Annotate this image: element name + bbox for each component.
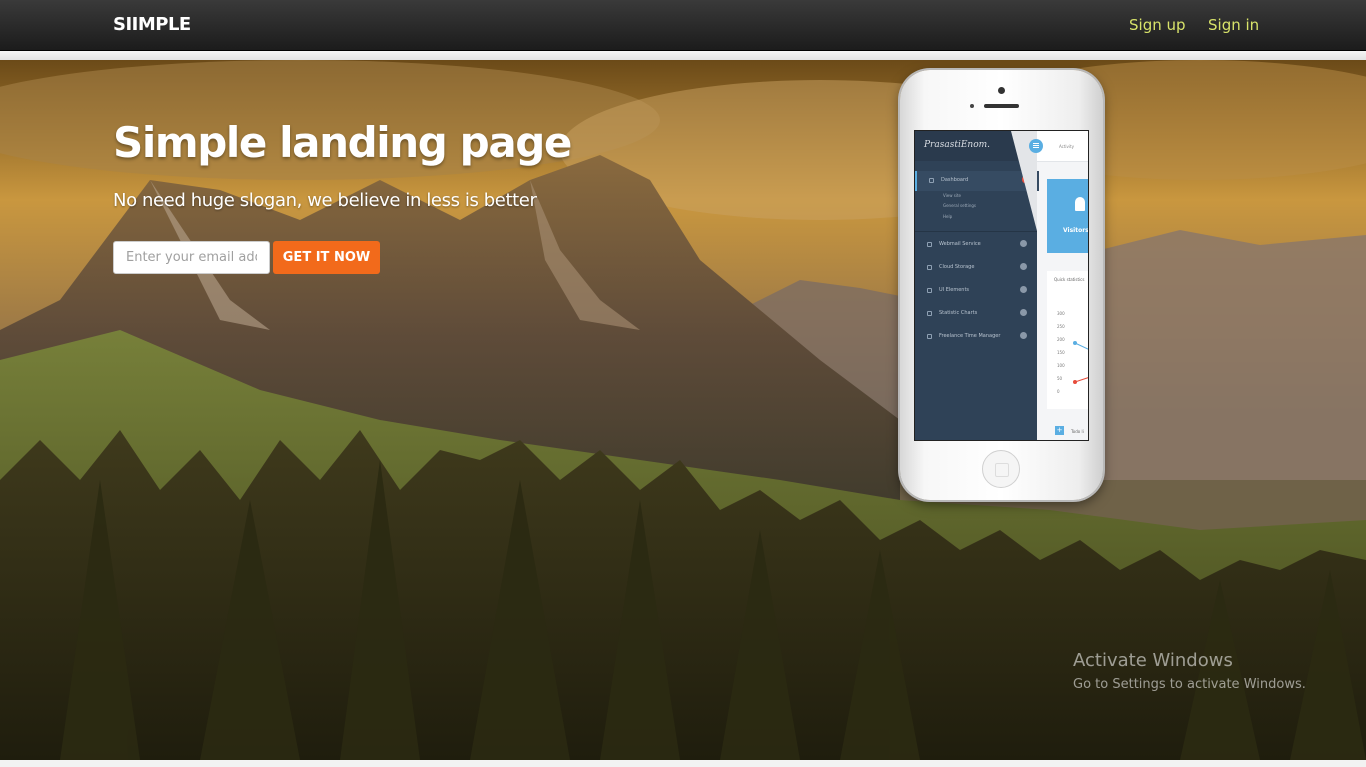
axis-tick-label: 100	[1057, 363, 1065, 368]
visitors-label: Visitors	[1063, 227, 1089, 234]
email-input[interactable]	[113, 241, 270, 274]
app-menu-webmail: Webmail Service	[915, 235, 1037, 255]
phone-camera	[998, 87, 1005, 94]
user-icon	[1075, 197, 1085, 211]
phone-sensor	[970, 104, 974, 108]
phone-speaker	[984, 104, 1019, 108]
app-menu-freelance-time-manager: Freelance Time Manager	[915, 327, 1037, 347]
chevron-icon	[1020, 240, 1027, 247]
app-menu-label: Statistic Charts	[939, 310, 978, 316]
todo-label: Todo li	[1071, 429, 1084, 434]
top-navbar: SIIMPLE Sign up Sign in	[0, 0, 1366, 51]
hamburger-menu-icon	[1029, 139, 1043, 153]
brand-logo[interactable]: SIIMPLE	[113, 14, 191, 35]
activity-tab: Activity	[1059, 144, 1074, 149]
chart-icon	[927, 311, 932, 316]
activate-windows-title: Activate Windows	[1073, 650, 1233, 671]
hero-title: Simple landing page	[113, 118, 572, 167]
clock-icon	[927, 334, 932, 339]
axis-tick-label: 0	[1057, 389, 1060, 394]
app-menu-label: UI Elements	[939, 287, 970, 293]
app-menu-label: Dashboard	[941, 177, 969, 183]
chevron-icon	[1020, 332, 1027, 339]
axis-tick-label: 150	[1057, 350, 1065, 355]
chevron-icon	[1020, 263, 1027, 270]
app-menu-label: Freelance Time Manager	[939, 333, 1001, 339]
app-submenu-item: Help	[943, 214, 953, 219]
axis-tick-label: 50	[1057, 376, 1063, 381]
quick-statistics-title: Quick statistics	[1054, 277, 1085, 282]
home-icon	[929, 178, 934, 183]
app-submenu-item: View site	[943, 193, 961, 198]
add-todo-icon: +	[1055, 426, 1064, 435]
cloud-icon	[927, 265, 932, 270]
page-bottom-edge	[0, 760, 1366, 767]
app-menu-cloud-storage: Cloud Storage	[915, 258, 1037, 278]
header-divider	[0, 51, 1366, 60]
app-submenu-item: General settings	[943, 203, 976, 208]
mail-icon	[927, 242, 932, 247]
phone-mockup-image: PrasastiEnom. Dashboard View site Genera…	[900, 70, 1103, 500]
grid-icon	[927, 288, 932, 293]
app-logo: PrasastiEnom.	[924, 140, 991, 150]
chevron-icon	[1020, 286, 1027, 293]
mini-line-chart	[1073, 341, 1088, 384]
signup-link[interactable]: Sign up	[1129, 16, 1186, 34]
app-menu-label: Webmail Service	[939, 241, 981, 247]
activate-windows-subtitle: Go to Settings to activate Windows.	[1073, 677, 1306, 692]
get-it-now-button[interactable]: GET IT NOW	[273, 241, 380, 274]
signin-link[interactable]: Sign in	[1208, 16, 1259, 34]
app-menu-divider	[915, 231, 1037, 232]
hero-subtitle: No need huge slogan, we believe in less …	[113, 190, 537, 211]
axis-tick-label: 200	[1057, 337, 1065, 342]
chevron-icon	[1020, 309, 1027, 316]
axis-tick-label: 250	[1057, 324, 1065, 329]
phone-screen: PrasastiEnom. Dashboard View site Genera…	[914, 130, 1089, 441]
axis-tick-label: 300	[1057, 311, 1065, 316]
phone-home-button	[982, 450, 1020, 488]
app-menu-ui-elements: UI Elements	[915, 281, 1037, 301]
app-menu-label: Cloud Storage	[939, 264, 975, 270]
app-menu-statistic-charts: Statistic Charts	[915, 304, 1037, 324]
visitors-card	[1047, 179, 1088, 253]
